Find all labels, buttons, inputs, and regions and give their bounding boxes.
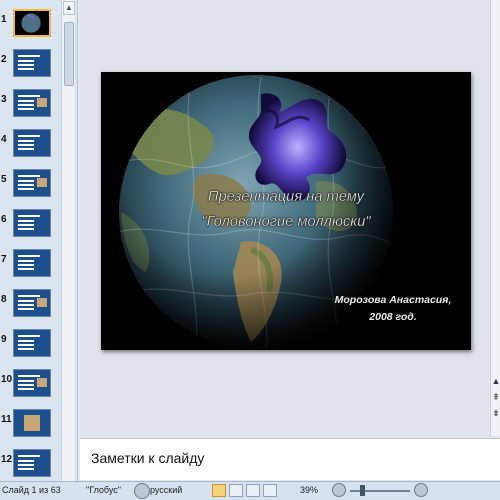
previous-slide-icon[interactable]: ⇞: [491, 392, 500, 402]
scroll-up-icon[interactable]: ▲: [63, 1, 75, 15]
slide-thumbnail-image[interactable]: [13, 209, 51, 237]
slide-sorter-view-icon[interactable]: [229, 484, 243, 497]
notes-placeholder[interactable]: Заметки к слайду: [91, 450, 204, 466]
slide-thumbnail[interactable]: 3: [0, 86, 62, 120]
zoom-out-icon[interactable]: [332, 483, 346, 497]
slide-thumbnail-number: 2: [1, 54, 7, 65]
slide-thumbnail[interactable]: 7: [0, 246, 62, 280]
notes-pane[interactable]: Заметки к слайду: [80, 438, 500, 480]
slide-thumbnail[interactable]: 2: [0, 46, 62, 80]
slide-thumbnail[interactable]: 5: [0, 166, 62, 200]
scroll-up-icon[interactable]: ▲: [491, 376, 500, 386]
slide-thumbnail-image[interactable]: [13, 49, 51, 77]
status-bar: Слайд 1 из 63 "Глобус" русский 39%: [0, 481, 500, 500]
slide-thumbnail[interactable]: 10: [0, 366, 62, 400]
next-slide-icon[interactable]: ⇟: [491, 408, 500, 418]
slide-thumbnail-number: 5: [1, 174, 7, 185]
slide-thumbnail-image[interactable]: [13, 449, 51, 477]
slideshow-view-icon[interactable]: [263, 484, 277, 497]
slide-thumbnail-image[interactable]: [13, 169, 51, 197]
slide-thumbnail[interactable]: 11: [0, 406, 62, 440]
normal-view-icon[interactable]: [212, 484, 226, 497]
slide-thumbnail-image[interactable]: [13, 369, 51, 397]
globe-puzzle-image: [119, 75, 393, 349]
slide-thumbnail-image[interactable]: [13, 249, 51, 277]
slide-thumbnail[interactable]: 9: [0, 326, 62, 360]
slide-author-line-1[interactable]: Морозова Анастасия,: [319, 294, 467, 306]
slide-thumbnail-number: 12: [1, 454, 13, 465]
slide-thumbnail[interactable]: 1: [0, 6, 62, 40]
zoom-in-icon[interactable]: [414, 483, 428, 497]
slide-thumbnail[interactable]: 8: [0, 286, 62, 320]
slide-thumbnail-number: 4: [1, 134, 7, 145]
slide-thumbnail-image[interactable]: [13, 409, 51, 437]
slide-thumbnail-number: 3: [1, 94, 7, 105]
language-indicator[interactable]: русский: [150, 485, 182, 495]
slide-scrollbar[interactable]: ▲ ⇞ ⇟: [490, 0, 500, 436]
slide-thumbnail-number: 9: [1, 334, 7, 345]
slide-thumbnail[interactable]: 4: [0, 126, 62, 160]
slide-thumbnail-number: 11: [1, 414, 12, 425]
slide-author-line-2[interactable]: 2008 год.: [319, 311, 467, 323]
slide-thumbnail-image[interactable]: [13, 89, 51, 117]
slide-title-line-2[interactable]: "Головоногие моллюски": [161, 214, 411, 230]
slide-thumbnail-image[interactable]: [13, 329, 51, 357]
record-icon[interactable]: [134, 483, 150, 499]
slide-counter: Слайд 1 из 63: [2, 485, 61, 495]
thumbnail-scrollbar[interactable]: ▲: [61, 0, 75, 484]
slide-thumbnail-image[interactable]: [13, 129, 51, 157]
current-slide[interactable]: Презентация на тему "Головоногие моллюск…: [101, 72, 471, 350]
slide-thumbnail-image[interactable]: [13, 9, 51, 37]
reading-view-icon[interactable]: [246, 484, 260, 497]
slide-thumbnail-number: 7: [1, 254, 7, 265]
zoom-level[interactable]: 39%: [300, 485, 318, 495]
slide-thumbnail[interactable]: 6: [0, 206, 62, 240]
slide-thumbnail-image[interactable]: [13, 289, 51, 317]
scrollbar-thumb[interactable]: [64, 22, 74, 86]
slide-title-line-1[interactable]: Презентация на тему: [161, 189, 411, 205]
slide-thumbnail[interactable]: 12: [0, 446, 62, 480]
slide-editing-area: Презентация на тему "Головоногие моллюск…: [80, 0, 490, 436]
slide-thumbnail-number: 10: [1, 374, 13, 385]
slide-thumbnail-number: 8: [1, 294, 7, 305]
slide-thumbnail-number: 1: [1, 14, 7, 25]
slide-thumbnail-number: 6: [1, 214, 7, 225]
theme-name[interactable]: "Глобус": [86, 485, 121, 495]
zoom-slider-knob[interactable]: [359, 485, 365, 496]
